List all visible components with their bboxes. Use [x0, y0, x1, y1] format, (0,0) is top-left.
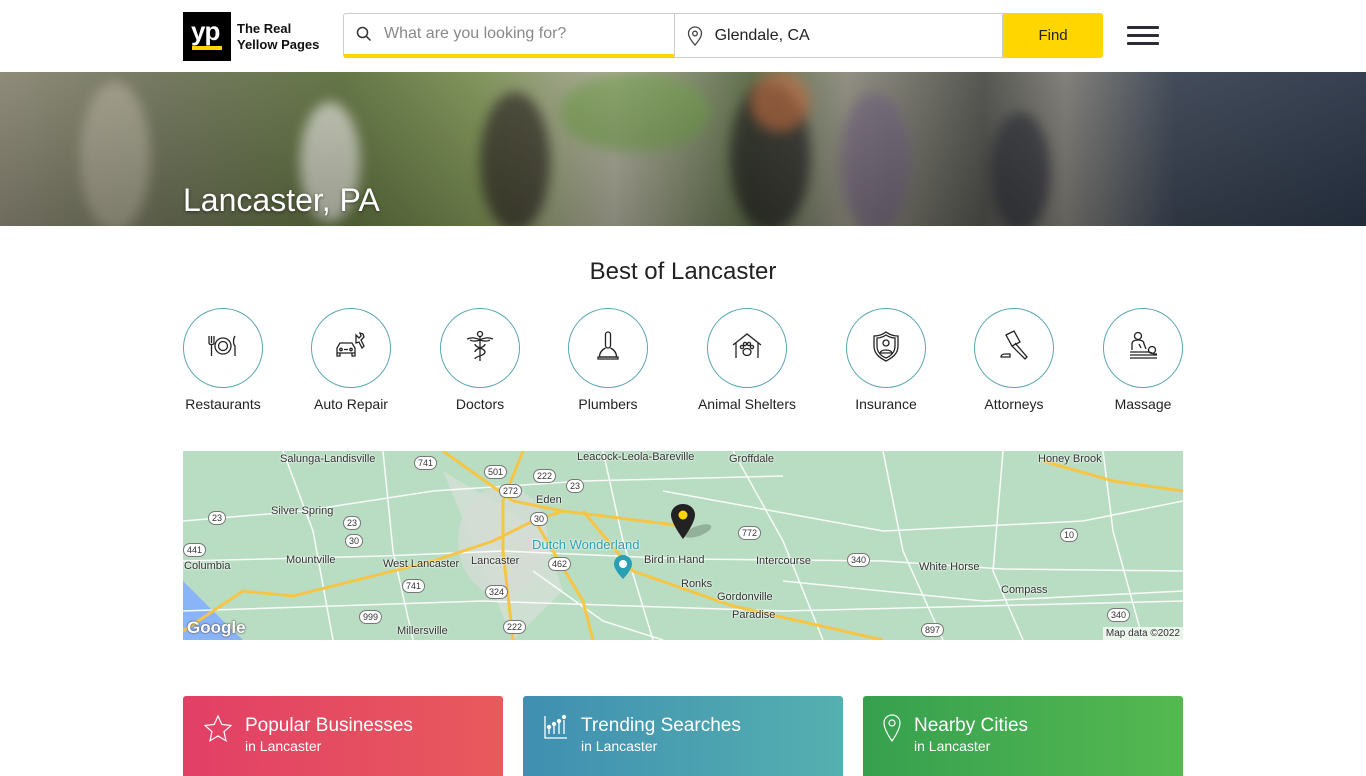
- route-shield: 23: [343, 516, 362, 530]
- map-place: Ronks: [681, 578, 713, 590]
- map-place: Eden: [536, 494, 562, 506]
- route-shield: 340: [1107, 608, 1131, 622]
- yp-logo-text: The Real Yellow Pages: [237, 21, 319, 53]
- logo-line-1: The Real: [237, 20, 292, 36]
- category-massage[interactable]: Massage: [1083, 308, 1203, 412]
- category-plumbers[interactable]: Plumbers: [548, 308, 668, 412]
- find-button[interactable]: Find: [1003, 13, 1103, 58]
- route-shield: 501: [484, 465, 508, 479]
- map-place: White Horse: [919, 561, 980, 573]
- category-label: Doctors: [455, 396, 505, 412]
- category-label: Massage: [1114, 396, 1172, 412]
- category-label: Plumbers: [578, 396, 638, 412]
- plunger-icon: [596, 330, 620, 367]
- route-shield: 10: [1060, 528, 1079, 542]
- location-pin-icon: [883, 714, 901, 747]
- search-icon: [344, 26, 384, 42]
- yp-logo[interactable]: yp The Real Yellow Pages: [183, 12, 319, 61]
- map-place: West Lancaster: [383, 558, 460, 570]
- category-label: Auto Repair: [314, 396, 388, 412]
- yp-logo-letters: yp: [191, 16, 220, 46]
- insurance-shield-icon: [872, 330, 900, 367]
- card-subtitle: in Lancaster: [914, 738, 991, 754]
- category-auto-repair[interactable]: Auto Repair: [291, 308, 411, 412]
- route-shield: 30: [530, 512, 549, 526]
- map-place: Intercourse: [756, 555, 812, 567]
- route-shield: 897: [921, 623, 945, 637]
- map-place: Bird in Hand: [644, 554, 705, 566]
- trending-searches-card[interactable]: Trending Searches in Lancaster: [523, 696, 843, 776]
- map-place: Groffdale: [729, 453, 775, 465]
- logo-line-2: Yellow Pages: [237, 36, 320, 52]
- search-input[interactable]: [384, 25, 654, 43]
- card-subtitle: in Lancaster: [581, 738, 658, 754]
- map-poi-label[interactable]: Dutch Wonderland: [532, 537, 639, 552]
- map-place: Mountville: [286, 554, 336, 566]
- map-place: Columbia: [184, 560, 231, 572]
- category-label: Animal Shelters: [697, 396, 797, 412]
- category-label: Insurance: [855, 396, 917, 412]
- hero-banner: Lancaster, PA: [0, 72, 1366, 226]
- route-shield: 741: [402, 579, 426, 593]
- caduceus-icon: [465, 330, 495, 367]
- map-place: Leacock-Leola-Bareville: [577, 451, 695, 463]
- nearby-cities-card[interactable]: Nearby Cities in Lancaster: [863, 696, 1183, 776]
- where-field[interactable]: [673, 13, 1004, 58]
- category-label: Restaurants: [185, 396, 261, 412]
- route-shield: 324: [485, 585, 509, 599]
- map-attribution[interactable]: Map data ©2022: [1102, 627, 1183, 640]
- auto-repair-icon: [334, 331, 368, 366]
- route-shield: 772: [738, 526, 762, 540]
- restaurant-icon: [206, 332, 240, 365]
- map-place: Lancaster: [471, 555, 520, 567]
- category-animal-shelters[interactable]: Animal Shelters: [687, 308, 807, 412]
- location-input[interactable]: [714, 26, 985, 45]
- gavel-icon: [998, 329, 1030, 367]
- route-shield: 222: [503, 620, 527, 634]
- map-place: Millersville: [397, 625, 448, 637]
- city-title: Lancaster, PA: [183, 182, 380, 218]
- map-place: Gordonville: [717, 591, 773, 603]
- header: yp The Real Yellow Pages Find: [0, 0, 1366, 72]
- category-insurance[interactable]: Insurance: [826, 308, 946, 412]
- category-restaurants[interactable]: Restaurants: [163, 308, 283, 412]
- category-doctors[interactable]: Doctors: [420, 308, 540, 412]
- hamburger-menu-icon[interactable]: [1127, 26, 1159, 46]
- massage-icon: [1127, 331, 1159, 366]
- route-shield: 741: [414, 456, 438, 470]
- category-attorneys[interactable]: Attorneys: [954, 308, 1074, 412]
- location-pin-icon: [675, 25, 715, 46]
- star-icon: [203, 714, 233, 749]
- search-bar: Find: [343, 13, 1103, 58]
- route-shield: 23: [208, 511, 227, 525]
- route-shield: 272: [499, 484, 523, 498]
- route-shield: 441: [183, 543, 207, 557]
- card-title: Trending Searches: [581, 715, 741, 736]
- what-field[interactable]: [343, 13, 674, 58]
- route-shield: 999: [359, 610, 383, 624]
- card-title: Nearby Cities: [914, 715, 1029, 736]
- route-shield: 462: [548, 557, 572, 571]
- animal-shelter-icon: [731, 332, 763, 365]
- route-shield: 222: [533, 469, 557, 483]
- map-place: Honey Brook: [1038, 453, 1102, 465]
- route-shield: 30: [345, 534, 364, 548]
- popular-businesses-card[interactable]: Popular Businesses in Lancaster: [183, 696, 503, 776]
- map-place: Salunga-Landisville: [280, 453, 376, 465]
- best-of-heading: Best of Lancaster: [589, 258, 777, 285]
- yp-logo-underline: [192, 46, 222, 50]
- route-shield: 340: [847, 553, 871, 567]
- map-place: Compass: [1001, 584, 1048, 596]
- map-place: Silver Spring: [271, 505, 334, 517]
- category-label: Attorneys: [984, 396, 1044, 412]
- card-title: Popular Businesses: [245, 715, 413, 736]
- google-logo[interactable]: Google: [187, 618, 246, 638]
- trending-chart-icon: [543, 714, 569, 745]
- map-place: Paradise: [732, 609, 776, 621]
- card-subtitle: in Lancaster: [245, 738, 322, 754]
- yp-logo-mark: yp: [183, 12, 231, 61]
- area-map[interactable]: Salunga-Landisville Leacock-Leola-Barevi…: [183, 451, 1183, 640]
- route-shield: 23: [566, 479, 585, 493]
- map-roads: [183, 451, 1183, 640]
